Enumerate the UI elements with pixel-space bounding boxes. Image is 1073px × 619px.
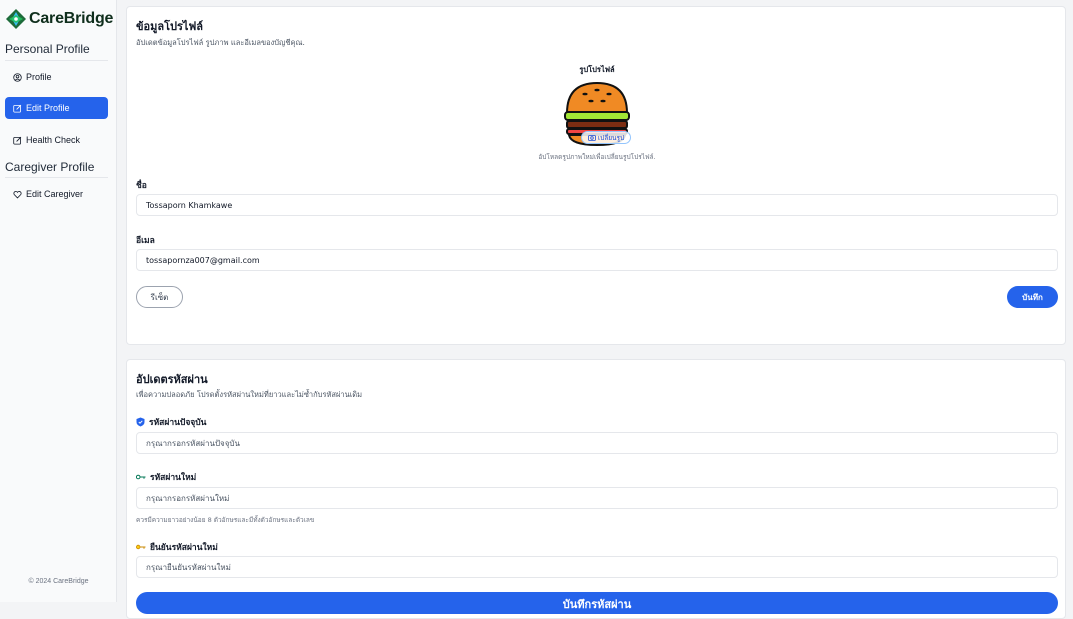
sidebar-item-label: Edit Caregiver — [26, 189, 84, 199]
carebridge-logo-icon — [6, 9, 26, 29]
avatar-label: รูปโปรไฟล์ — [579, 65, 615, 74]
sidebar: CareBridge Personal Profile Profile Edit… — [0, 0, 117, 602]
edit-icon — [13, 136, 22, 145]
shield-icon — [136, 417, 145, 427]
change-photo-button[interactable]: เปลี่ยนรูป — [581, 131, 631, 144]
camera-icon — [587, 135, 596, 141]
email-label: อีเมล — [136, 236, 155, 246]
profile-card-title: ข้อมูลโปรไฟล์ — [136, 20, 203, 33]
divider — [5, 60, 108, 61]
new-password-label: รหัสผ่านใหม่ — [136, 470, 196, 484]
name-label: ชื่อ — [136, 181, 147, 191]
update-password-card: อัปเดตรหัสผ่าน เพื่อความปลอดภัย โปรดตั้ง… — [126, 359, 1066, 619]
current-password-input[interactable]: กรุณากรอกรหัสผ่านปัจจุบัน — [136, 432, 1058, 454]
sidebar-item-label: Profile — [26, 72, 52, 82]
password-card-title: อัปเดตรหัสผ่าน — [136, 373, 208, 386]
edit-icon — [13, 104, 22, 113]
save-password-button[interactable]: บันทึกรหัสผ่าน — [136, 592, 1058, 614]
confirm-password-input[interactable]: กรุณายืนยันรหัสผ่านใหม่ — [136, 556, 1058, 578]
copyright: © 2024 CareBridge — [28, 578, 89, 585]
app-name: CareBridge — [29, 10, 114, 27]
sidebar-item-label: Edit Profile — [26, 103, 70, 113]
divider — [5, 177, 108, 178]
profile-card-subtitle: อัปเดตข้อมูลโปรไฟล์ รูปภาพ และอีเมลของบั… — [136, 38, 305, 47]
caregiver-profile-heading: Caregiver Profile — [5, 160, 95, 174]
password-hint: ควรมีความยาวอย่างน้อย 8 ตัวอักษรและมีทั้… — [136, 516, 315, 524]
new-password-input[interactable]: กรุณากรอกรหัสผ่านใหม่ — [136, 487, 1058, 509]
sidebar-item-health-check[interactable]: Health Check — [5, 129, 108, 151]
user-circle-icon — [13, 72, 22, 82]
confirm-password-label: ยืนยันรหัสผ่านใหม่ — [136, 540, 218, 554]
name-field[interactable]: Tossaporn Khamkawe — [136, 194, 1058, 216]
sidebar-item-edit-profile[interactable]: Edit Profile — [5, 97, 108, 119]
sidebar-item-edit-caregiver[interactable]: Edit Caregiver — [5, 183, 108, 205]
personal-profile-heading: Personal Profile — [5, 42, 90, 56]
change-photo-label: เปลี่ยนรูป — [597, 133, 625, 142]
save-button[interactable]: บันทึก — [1007, 286, 1058, 308]
app-logo[interactable]: CareBridge — [6, 9, 113, 29]
sidebar-item-label: Health Check — [26, 135, 81, 145]
upload-hint: อัปโหลดรูปภาพใหม่เพื่อเปลี่ยนรูปโปรไฟล์. — [538, 153, 656, 161]
profile-info-card: ข้อมูลโปรไฟล์ อัปเดตข้อมูลโปรไฟล์ รูปภาพ… — [126, 6, 1066, 345]
sidebar-item-profile[interactable]: Profile — [5, 66, 108, 88]
key-icon — [136, 474, 146, 480]
password-card-subtitle: เพื่อความปลอดภัย โปรดตั้งรหัสผ่านใหม่ที่… — [136, 390, 363, 399]
email-field[interactable]: tossapornza007@gmail.com — [136, 249, 1058, 271]
key-icon — [136, 544, 146, 550]
heart-icon — [13, 190, 22, 199]
reset-button[interactable]: รีเซ็ต — [136, 286, 183, 308]
current-password-label: รหัสผ่านปัจจุบัน — [136, 415, 206, 429]
